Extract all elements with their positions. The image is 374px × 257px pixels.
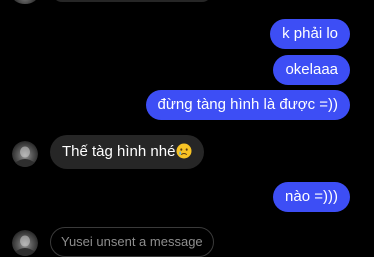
avatar-image	[12, 230, 38, 256]
unsent-notice-text: Yusei unsent a message	[61, 234, 203, 249]
crying-face-emoji	[176, 143, 192, 159]
avatar-image	[12, 141, 38, 167]
outgoing-message-bubble[interactable]: nào =)))	[273, 182, 350, 212]
message-bubble-partial[interactable]	[52, 0, 212, 2]
sender-avatar[interactable]	[12, 230, 38, 256]
outgoing-message-bubble[interactable]: đừng tàng hình là được =))	[145, 90, 350, 120]
unsent-message-notice: Yusei unsent a message	[50, 227, 214, 257]
message-text: Thế tàg hình nhé	[62, 143, 176, 160]
message-text: nào =)))	[285, 188, 338, 205]
sender-avatar-partial[interactable]	[12, 0, 38, 4]
message-text: đừng tàng hình là được =))	[157, 96, 338, 113]
message-text: okelaaa	[285, 61, 338, 78]
outgoing-message-bubble[interactable]: k phải lo	[270, 19, 350, 49]
outgoing-message-bubble[interactable]: okelaaa	[273, 55, 350, 85]
incoming-message-bubble[interactable]: Thế tàg hình nhé	[50, 135, 205, 169]
message-text: k phải lo	[282, 25, 338, 42]
sender-avatar[interactable]	[12, 141, 38, 167]
